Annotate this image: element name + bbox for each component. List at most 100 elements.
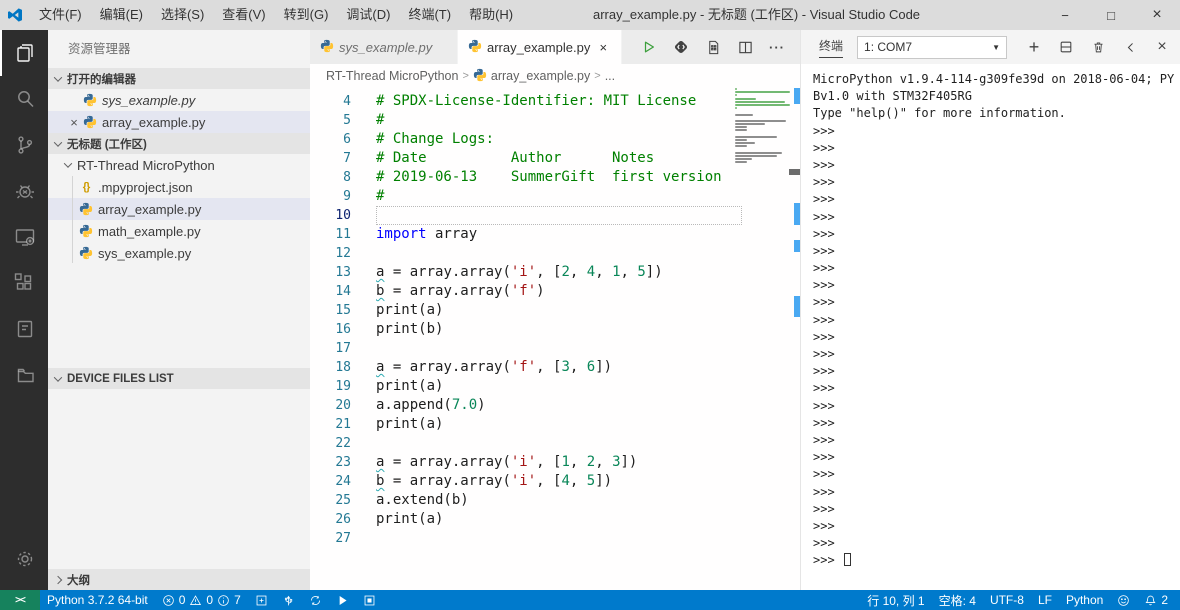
tree-file-row[interactable]: math_example.py [48,220,310,242]
menu-item-7[interactable]: 帮助(H) [460,0,522,30]
menu-item-2[interactable]: 选择(S) [152,0,213,30]
code-text: a = array.array('i', [2, 4, 1, 5]) [376,264,663,280]
menu-item-0[interactable]: 文件(F) [30,0,91,30]
tab-sys_example.py[interactable]: sys_example.py [310,30,458,64]
close-panel-button[interactable]: × [1154,38,1170,55]
terminal-prompt-line: >>> [813,415,835,430]
menu-item-5[interactable]: 调试(D) [337,0,399,30]
problems-status[interactable]: 0 0 7 [155,593,248,607]
code-editor[interactable]: 3#4# SPDX-License-Identifier: MIT Licens… [310,88,800,590]
line-number: 20 [335,398,351,413]
python-interpreter-status[interactable]: Python 3.7.2 64-bit [40,593,155,607]
maximize-button[interactable]: □ [1088,0,1134,30]
folder-row[interactable]: RT-Thread MicroPython [48,154,310,176]
menu-item-1[interactable]: 编辑(E) [91,0,152,30]
close-icon[interactable]: × [595,40,611,55]
terminal-prompt-line: >>> [813,432,835,447]
tab-bar: sys_example.py array_example.py × ··· [310,30,800,64]
breadcrumb-folder[interactable]: RT-Thread MicroPython [326,69,458,83]
terminal-device-value: 1: COM7 [864,40,913,54]
tree-file-row[interactable]: array_example.py [48,198,310,220]
debug-icon[interactable] [0,168,48,214]
code-text: b = array.array('f') [376,283,545,299]
indentation-status[interactable]: 空格: 4 [932,592,983,609]
terminal-active-prompt[interactable]: >>> [813,552,1180,569]
overview-ruler[interactable] [789,88,800,590]
close-icon[interactable]: × [66,115,82,130]
cursor-position-status[interactable]: 行 10, 列 1 [860,592,931,609]
sync-button[interactable] [302,594,329,607]
terminal-prompt-line: >>> [813,364,835,379]
python-file-icon [78,224,94,238]
python-file-icon [78,202,94,216]
open-editor-item[interactable]: × array_example.py [48,111,310,133]
tab-array_example.py[interactable]: array_example.py × [458,30,623,64]
stop-button[interactable] [356,594,383,607]
ruler-info-mark [794,296,800,317]
code-line-6: 6 # Change Logs: [310,130,800,149]
more-actions-button[interactable]: ··· [768,38,786,56]
language-mode-status[interactable]: Python [1059,593,1110,607]
new-terminal-button[interactable]: + [1026,37,1042,57]
eol-status[interactable]: LF [1031,593,1059,607]
terminal-line: Bv1.0 with STM32F405RG [813,89,972,104]
split-editor-button[interactable] [736,38,754,56]
tree-file-row[interactable]: sys_example.py [48,242,310,264]
tree-file-row[interactable]: {} .mpyproject.json [48,176,310,198]
section-label: 无标题 (工作区) [67,138,147,151]
menu-item-4[interactable]: 转到(G) [275,0,338,30]
maximize-panel-button[interactable] [1122,39,1138,55]
line-number: 6 [343,132,351,147]
line-number: 25 [335,493,351,508]
section-outline[interactable]: 大纲 [48,569,310,590]
terminal-device-select[interactable]: 1: COM7 ▼ [857,35,1008,59]
extensions-icon[interactable] [0,260,48,306]
encoding-status[interactable]: UTF-8 [983,593,1031,607]
remote-indicator[interactable]: >< [0,590,40,610]
remote-device-icon[interactable] [0,214,48,260]
terminal-prompt-line: >>> [813,501,835,516]
binary-file-button[interactable] [704,38,722,56]
micropython-run-button[interactable] [672,38,690,56]
search-icon[interactable] [0,76,48,122]
explorer-icon[interactable] [0,30,48,76]
breadcrumb-file[interactable]: array_example.py [491,69,590,83]
folder-label: RT-Thread MicroPython [77,157,215,173]
tab-label: array_example.py [487,39,591,55]
folder-icon[interactable] [0,352,48,398]
run-python-file-button[interactable] [640,38,658,56]
kill-terminal-button[interactable] [1090,39,1106,55]
file-label: sys_example.py [98,245,192,261]
code-text: a.extend(b) [376,492,469,508]
run-file-button[interactable] [329,594,356,607]
menu-item-3[interactable]: 查看(V) [213,0,274,30]
minimap-line [735,126,747,129]
close-button[interactable]: × [1134,0,1180,30]
notes-icon[interactable] [0,306,48,352]
menu-item-6[interactable]: 终端(T) [399,0,460,30]
add-device-button[interactable] [248,594,275,607]
terminal-output[interactable]: MicroPython v1.9.4-114-g309fe39d on 2018… [801,64,1180,590]
notifications-button[interactable]: 2 [1137,593,1180,607]
feedback-button[interactable] [1110,594,1137,607]
section-open-editors[interactable]: 打开的编辑器 [48,68,310,89]
minimize-button[interactable]: − [1042,0,1088,30]
terminal-prompt-line: >>> [813,261,835,276]
section-workspace[interactable]: 无标题 (工作区) [48,133,310,154]
split-terminal-button[interactable] [1058,39,1074,55]
open-editor-item[interactable]: sys_example.py [48,89,310,111]
tab-terminal[interactable]: 终端 [819,37,844,58]
minimap[interactable] [735,88,793,168]
breadcrumb-more[interactable]: ... [605,69,615,83]
minimap-line [735,94,737,97]
usb-icon [284,595,292,605]
section-device-files[interactable]: DEVICE FILES LIST [48,368,310,389]
usb-connect-button[interactable] [275,594,302,607]
source-control-icon[interactable] [0,122,48,168]
add-box-icon [256,595,267,605]
file-label: .mpyproject.json [98,179,193,195]
settings-icon[interactable] [0,536,48,582]
breadcrumb[interactable]: RT-Thread MicroPython > array_example.py… [310,64,800,88]
